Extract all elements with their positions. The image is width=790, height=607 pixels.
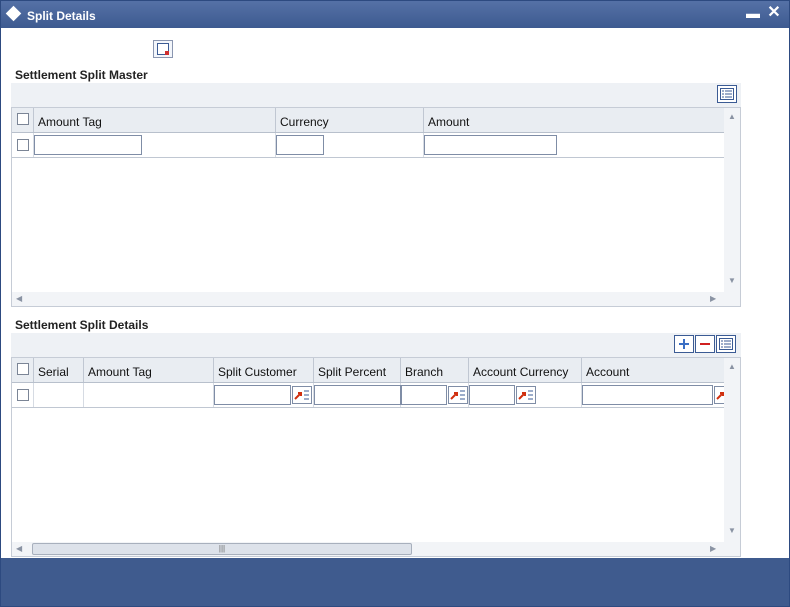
scroll-up-icon[interactable]: ▲ [728,112,736,122]
master-amount-input[interactable] [424,135,557,155]
details-section-title: Settlement Split Details [15,318,149,332]
lov-icon[interactable] [714,386,724,404]
details-grid-header: Serial Amount Tag Split Customer Split P… [12,358,724,383]
split-customer-input[interactable] [214,385,291,405]
master-grid-header: Amount Tag Currency Amount [12,108,724,133]
scroll-right-icon[interactable]: ▶ [710,294,716,304]
lov-icon[interactable] [448,386,468,404]
master-amount-tag-input[interactable] [34,135,142,155]
lov-icon[interactable] [516,386,536,404]
details-horizontal-scrollbar[interactable]: ◀ ||| ▶ [12,542,740,556]
split-percent-input[interactable] [314,385,401,405]
master-col-amount-tag[interactable]: Amount Tag [34,108,276,132]
scroll-down-icon[interactable]: ▼ [728,276,736,286]
master-toolbar [11,83,741,107]
amount-tag-cell [84,383,214,407]
document-button[interactable] [153,40,173,58]
details-col-amount-tag[interactable]: Amount Tag [84,358,214,382]
master-horizontal-scrollbar[interactable]: ◀ ▶ [12,292,740,306]
details-vertical-scrollbar[interactable]: ▲ ▼ [724,358,740,542]
scroll-thumb[interactable]: ||| [32,543,412,555]
close-button[interactable]: ✕ [766,4,782,22]
details-col-account-currency[interactable]: Account Currency [469,358,582,382]
details-grid: Serial Amount Tag Split Customer Split P… [11,357,741,557]
add-row-button[interactable] [674,335,694,353]
add-icon [679,339,689,349]
scroll-down-icon[interactable]: ▼ [728,526,736,536]
details-select-all-checkbox[interactable] [17,363,29,375]
title-bar: Split Details ▬ ✕ [1,1,789,28]
master-select-all-checkbox[interactable] [17,113,29,125]
master-table-row [12,133,724,158]
delete-icon [700,343,710,345]
serial-cell [34,383,84,407]
split-details-window: Split Details ▬ ✕ Settlement Split Maste… [0,0,790,607]
details-col-serial[interactable]: Serial [34,358,84,382]
master-col-currency[interactable]: Currency [276,108,424,132]
delete-row-button[interactable] [695,335,715,353]
diamond-icon [5,5,22,22]
scroll-left-icon[interactable]: ◀ [16,294,22,304]
master-currency-input[interactable] [276,135,324,155]
minimize-button[interactable]: ▬ [746,5,760,21]
master-row-checkbox[interactable] [17,139,29,151]
master-col-amount[interactable]: Amount [424,108,724,132]
master-grid: Amount Tag Currency Amount ▲ ▼ ◀ ▶ [11,107,741,307]
details-col-account[interactable]: Account [582,358,724,382]
details-col-branch[interactable]: Branch [401,358,469,382]
details-col-split-percent[interactable]: Split Percent [314,358,401,382]
master-list-button[interactable] [717,85,737,103]
account-currency-input[interactable] [469,385,515,405]
list-icon [719,338,733,350]
master-vertical-scrollbar[interactable]: ▲ ▼ [724,108,740,292]
details-table-row [12,383,724,408]
details-row-checkbox[interactable] [17,389,29,401]
lov-icon[interactable] [292,386,312,404]
list-icon [720,88,734,100]
scroll-left-icon[interactable]: ◀ [16,544,22,554]
branch-input[interactable] [401,385,447,405]
scroll-right-icon[interactable]: ▶ [710,544,716,554]
details-toolbar [11,333,741,357]
scroll-up-icon[interactable]: ▲ [728,362,736,372]
details-list-button[interactable] [716,335,736,353]
footer-bar [1,558,789,606]
details-col-split-customer[interactable]: Split Customer [214,358,314,382]
account-input[interactable] [582,385,713,405]
window-title: Split Details [27,9,96,23]
master-section-title: Settlement Split Master [15,68,148,82]
